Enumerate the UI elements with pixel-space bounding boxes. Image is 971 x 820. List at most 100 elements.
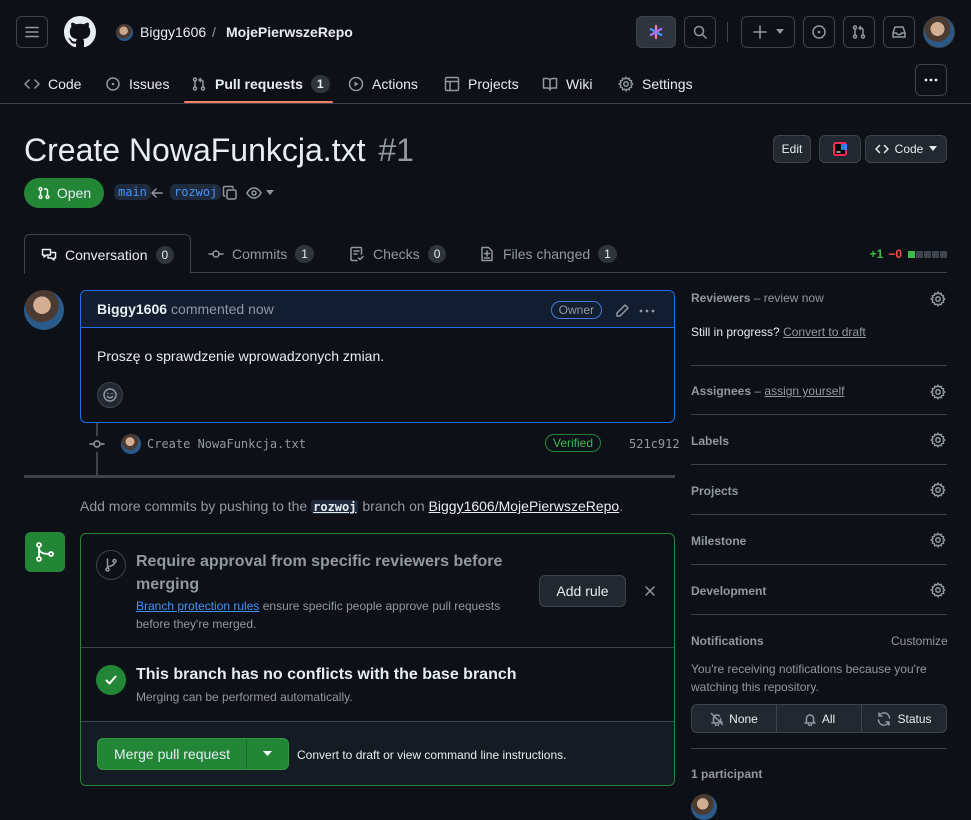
push-hint-branch[interactable]: rozwoj [311, 500, 359, 514]
labels-header[interactable]: Labels [691, 434, 729, 448]
merge-method-dropdown[interactable] [247, 739, 288, 769]
comment-author-avatar[interactable] [24, 290, 64, 330]
commit-sha[interactable]: 521c912 [629, 437, 680, 451]
diffstat: +1 −0 [870, 247, 947, 261]
copilot-button[interactable] [636, 16, 676, 48]
nav-issues[interactable]: Issues [105, 64, 169, 104]
nav-projects[interactable]: Projects [444, 64, 519, 104]
nav-pull-requests[interactable]: Pull requests 1 [191, 64, 330, 104]
milestone-header[interactable]: Milestone [691, 534, 746, 548]
notifications-header: Notifications [691, 634, 764, 648]
nav-settings[interactable]: Settings [618, 64, 693, 104]
gear-icon[interactable] [930, 384, 946, 400]
pencil-icon[interactable] [614, 303, 630, 319]
checklist-icon [350, 246, 364, 261]
book-icon [542, 77, 558, 91]
comment-meta: commented now [171, 301, 274, 317]
reviewers-header[interactable]: Reviewers – review now [691, 291, 824, 305]
verified-badge[interactable]: Verified [545, 434, 602, 452]
add-reaction-button[interactable] [97, 382, 123, 408]
jetbrains-button[interactable] [819, 135, 861, 163]
tab-files-changed-count: 1 [598, 244, 617, 263]
commit-author-avatar[interactable] [121, 434, 141, 454]
jetbrains-icon [833, 142, 847, 156]
repo-owner-link[interactable]: Biggy1606 [140, 24, 206, 40]
tab-commits[interactable]: Commits 1 [208, 234, 314, 273]
diffstat-removed: −0 [888, 247, 902, 261]
issue-opened-icon [812, 25, 826, 39]
nav-wiki-label: Wiki [566, 76, 593, 92]
gear-icon[interactable] [930, 482, 946, 498]
development-header[interactable]: Development [691, 584, 766, 598]
create-new-button[interactable] [741, 16, 795, 48]
nav-issues-label: Issues [129, 76, 170, 92]
tab-files-changed[interactable]: Files changed 1 [479, 234, 617, 273]
pr-state-label: Open [56, 185, 92, 201]
code-dropdown-button[interactable]: Code [865, 135, 947, 163]
nav-overflow-button[interactable] [915, 64, 947, 96]
customize-link[interactable]: Customize [891, 634, 948, 648]
issues-header-button[interactable] [803, 16, 835, 48]
tab-conversation[interactable]: Conversation 0 [24, 234, 191, 274]
issue-opened-icon [106, 77, 120, 91]
pr-number: #1 [378, 132, 414, 168]
gear-icon[interactable] [930, 291, 946, 307]
projects-header[interactable]: Projects [691, 484, 738, 498]
edit-title-button[interactable]: Edit [773, 135, 811, 163]
copy-icon[interactable] [222, 185, 238, 201]
sidebar-divider [691, 614, 947, 615]
notif-none-label: None [729, 711, 758, 726]
assignees-header[interactable]: Assignees – assign yourself [691, 384, 844, 398]
nav-actions[interactable]: Actions [348, 64, 418, 104]
sidebar-convert-draft-link[interactable]: Convert to draft [783, 325, 866, 339]
assignees-label: Assignees [691, 384, 752, 398]
push-hint-prefix: Add more commits by pushing to the [80, 498, 308, 514]
nav-wiki[interactable]: Wiki [542, 64, 592, 104]
git-pull-request-icon [192, 77, 206, 91]
search-button[interactable] [684, 16, 716, 48]
file-diff-icon [481, 246, 493, 261]
nav-projects-label: Projects [468, 76, 519, 92]
add-rule-button[interactable]: Add rule [539, 575, 626, 607]
nav-code[interactable]: Code [24, 64, 81, 104]
comment-discussion-icon [41, 248, 57, 261]
tab-commits-label: Commits [232, 245, 288, 262]
notif-all-button[interactable]: All [777, 705, 862, 732]
tab-checks[interactable]: Checks 0 [349, 234, 447, 273]
commit-message[interactable]: Create NowaFunkcja.txt [147, 437, 306, 451]
merge-alternatives: Convert to draft or view command line in… [297, 748, 567, 762]
github-logo[interactable] [64, 16, 96, 48]
command-line-link[interactable]: command line instructions [424, 748, 563, 762]
sidebar-divider [691, 748, 947, 749]
head-branch[interactable]: rozwoj [170, 184, 222, 200]
inbox-button[interactable] [883, 16, 915, 48]
or-view-text: or view [383, 748, 422, 762]
repo-name-link[interactable]: MojePierwszeRepo [226, 24, 353, 40]
hamburger-menu-button[interactable] [16, 16, 48, 48]
notif-none-button[interactable]: None [692, 705, 777, 732]
gear-icon[interactable] [930, 582, 946, 598]
pull-requests-header-button[interactable] [843, 16, 875, 48]
close-icon[interactable] [643, 584, 657, 598]
kebab-horizontal-icon[interactable] [638, 303, 656, 319]
watch-branch-dropdown[interactable] [246, 185, 274, 201]
notif-status-button[interactable]: Status [862, 705, 946, 732]
gear-icon[interactable] [930, 432, 946, 448]
assign-yourself-link[interactable]: assign yourself [764, 384, 844, 398]
owner-avatar[interactable] [116, 24, 133, 41]
gear-icon[interactable] [930, 532, 946, 548]
user-avatar-menu[interactable] [923, 16, 955, 48]
branch-protection-link[interactable]: Branch protection rules [136, 599, 259, 613]
merge-pull-request-button[interactable]: Merge pull request [98, 739, 247, 769]
convert-to-draft-link[interactable]: Convert to draft [297, 748, 380, 762]
comment-author[interactable]: Biggy1606 [97, 301, 167, 317]
branch-rule-icon-wrap [96, 550, 126, 580]
still-in-progress-text: Still in progress? [691, 325, 780, 339]
push-hint-repo-link[interactable]: Biggy1606/MojePierwszeRepo [429, 498, 620, 514]
sidebar-divider [691, 464, 947, 465]
reviewers-dash: – [753, 291, 761, 305]
participant-avatar[interactable] [691, 794, 717, 820]
diffstat-added: +1 [869, 247, 884, 261]
base-branch[interactable]: main [114, 184, 151, 200]
code-icon [874, 144, 889, 154]
